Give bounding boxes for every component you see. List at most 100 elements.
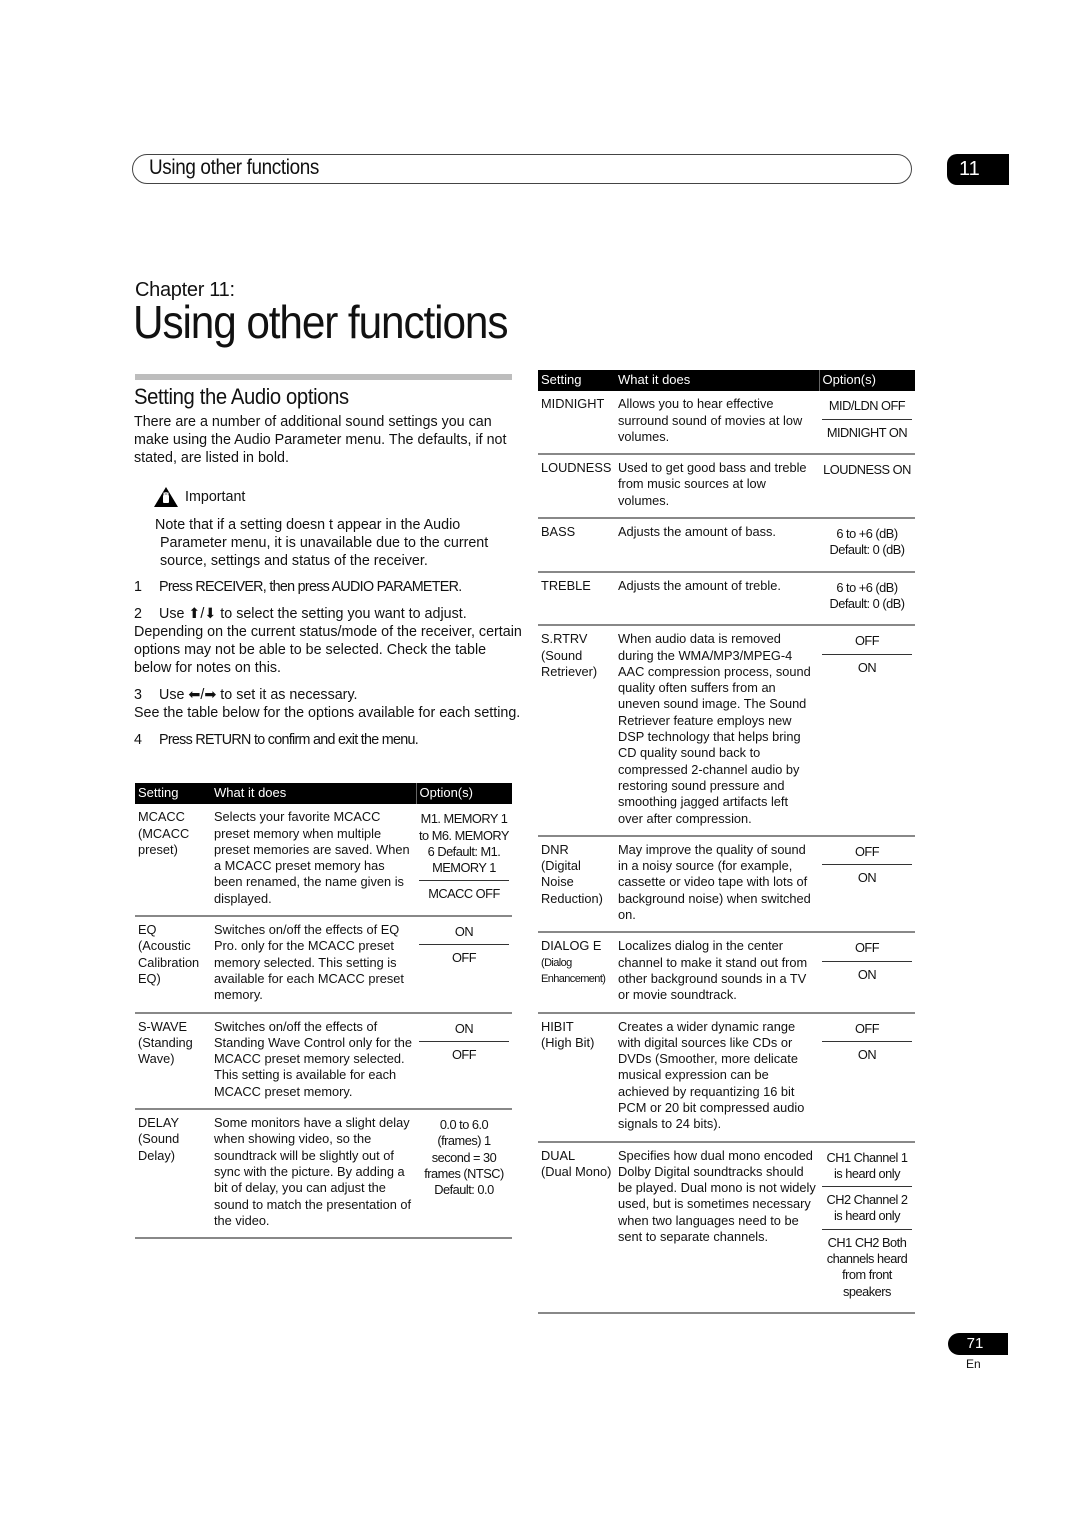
setting-name: MCACC <box>138 809 185 825</box>
setting-full-name: (Standing Wave) <box>138 1034 193 1067</box>
setting-name: EQ <box>138 922 157 938</box>
option-value: M1. MEMORY 1 to M6. MEMORY 6 Default: M1… <box>419 811 509 876</box>
description-cell: Localizes dialog in the center channel t… <box>615 932 819 1014</box>
option-value: ON <box>822 864 912 890</box>
setting-full-name: (Dialog Enhancement) <box>541 956 606 985</box>
description-cell: May improve the quality of sound in a no… <box>615 835 819 934</box>
options-cell: OFF ON <box>819 932 915 1014</box>
table-row: BASS Adjusts the amount of bass. 6 to +6 (… <box>538 518 915 573</box>
step-detail: See the table below for the options avai… <box>134 705 521 721</box>
description-cell: Selects your favorite MCACC preset memor… <box>211 804 416 918</box>
step-text: Use ⬅/➡ to set it as necessary. <box>159 687 358 703</box>
header-setting: Setting <box>135 783 211 805</box>
description-cell: Adjusts the amount of bass. <box>615 518 819 573</box>
option-value: MCACC OFF <box>419 880 509 906</box>
table-row: TREBLE Adjusts the amount of treble. 6 to … <box>538 571 915 627</box>
setting-full-name: (Acoustic Calibration EQ) <box>138 938 200 986</box>
section-title: Setting the Audio options <box>134 384 349 409</box>
setting-cell: BASS <box>538 518 615 573</box>
setting-full-name: (Sound Delay) <box>138 1131 180 1163</box>
setting-cell: MCACC (MCACC preset) <box>135 804 211 918</box>
option-value: CH2 Channel 2 is heard only <box>822 1186 912 1229</box>
language-label: En <box>966 1357 981 1371</box>
header-setting: Setting <box>538 370 615 392</box>
step-number: 2 <box>134 606 142 622</box>
option-value: CH1 CH2 Both channels heard from front s… <box>822 1228 912 1304</box>
setting-cell: LOUDNESS <box>538 454 615 520</box>
option-value: OFF <box>854 633 880 649</box>
setting-name: LOUDNESS <box>541 460 612 476</box>
setting-name: DELAY <box>138 1115 180 1131</box>
step-text: Use ⬆/⬇ to select the setting you want t… <box>159 606 467 622</box>
setting-name: DUAL <box>541 1147 576 1163</box>
description-cell: Switches on/off the effects of Standing … <box>211 1012 416 1111</box>
option-value: CH1 Channel 1 is heard only <box>826 1149 909 1181</box>
step-text: Press RETURN to confirm and exit the men… <box>159 732 419 748</box>
setting-cell: DIALOG E (Dialog Enhancement) <box>538 932 615 1014</box>
setting-cell: EQ (Acoustic Calibration EQ) <box>135 916 211 1014</box>
steps-list: 1 Press RECEIVER, then press AUDIO PARAME… <box>134 578 524 758</box>
setting-cell: DNR (Digital Noise Reduction) <box>538 835 615 934</box>
section-rule <box>135 374 512 380</box>
setting-cell: TREBLE <box>538 571 615 627</box>
table-row: S-WAVE (Standing Wave) Switches on/off the… <box>135 1012 512 1111</box>
running-header: Using other functions <box>132 154 912 184</box>
note-line-2: Parameter menu, it is unavailable due to… <box>160 535 489 569</box>
setting-cell: S.RTRV (Sound Retriever) <box>538 625 615 837</box>
step-4: 4 Press RETURN to confirm and exit the me… <box>134 731 524 749</box>
step-number: 3 <box>134 687 142 703</box>
setting-name: HIBIT <box>541 1018 574 1034</box>
table-row: DIALOG E (Dialog Enhancement) Localizes di… <box>538 932 915 1014</box>
step-detail: Depending on the current status/mode of … <box>134 624 522 676</box>
options-cell: OFF ON <box>819 835 915 934</box>
table-body: MIDNIGHT Allows you to hear effective sur… <box>538 391 915 1314</box>
options-cell: OFF ON <box>819 625 915 837</box>
setting-full-name: (Digital Noise Reduction) <box>541 858 603 906</box>
important-callout: Important <box>153 486 245 508</box>
setting-full-name: (High Bit) <box>541 1034 595 1050</box>
setting-name: BASS <box>541 524 576 540</box>
chapter-number-tab: 11 <box>947 154 1009 185</box>
option-value: MIDNIGHT ON <box>822 418 912 445</box>
option-value: LOUDNESS ON <box>823 462 911 478</box>
table-body: MCACC (MCACC preset) Selects your favorite… <box>135 804 512 1240</box>
options-cell: MID/LDN OFF MIDNIGHT ON <box>819 391 915 456</box>
options-cell: ON OFF <box>416 916 512 1014</box>
audio-options-table-right: Setting What it does Option(s) MIDNIGHT A… <box>538 370 915 1314</box>
step-1: 1 Press RECEIVER, then press AUDIO PARAME… <box>134 578 524 596</box>
option-value: 6 to +6 (dB) Default: 0 (dB) <box>829 579 905 611</box>
setting-name: TREBLE <box>541 577 591 593</box>
running-title: Using other functions <box>149 156 320 179</box>
setting-full-name: (MCACC preset) <box>138 825 190 857</box>
header-what: What it does <box>615 370 819 392</box>
important-label: Important <box>185 489 246 505</box>
table-row: EQ (Acoustic Calibration EQ) Switches on/o… <box>135 916 512 1014</box>
option-value: OFF <box>854 940 880 956</box>
setting-name: S-WAVE <box>138 1018 188 1034</box>
options-cell: LOUDNESS ON <box>819 454 915 520</box>
option-value: OFF <box>419 1040 509 1067</box>
setting-cell: DUAL (Dual Mono) <box>538 1141 615 1314</box>
table-row: LOUDNESS Used to get good bass and treble… <box>538 454 915 520</box>
header-options: Option(s) <box>818 370 915 392</box>
description-cell: Allows you to hear effective surround so… <box>615 391 819 456</box>
setting-cell: S-WAVE (Standing Wave) <box>135 1012 211 1111</box>
step-number: 1 <box>134 579 142 595</box>
options-cell: ON OFF <box>416 1012 512 1111</box>
option-value: OFF <box>854 1020 880 1036</box>
setting-cell: HIBIT (High Bit) <box>538 1012 615 1143</box>
setting-cell: MIDNIGHT <box>538 391 615 456</box>
options-cell: 6 to +6 (dB) Default: 0 (dB) <box>819 518 915 573</box>
options-cell: M1. MEMORY 1 to M6. MEMORY 6 Default: M1… <box>416 804 512 918</box>
audio-options-table-left: Setting What it does Option(s) MCACC (MCA… <box>135 783 512 1240</box>
description-cell: Creates a wider dynamic range with digit… <box>615 1012 819 1143</box>
description-cell: Adjusts the amount of treble. <box>615 571 819 627</box>
description-cell: Some monitors have a slight delay when s… <box>211 1109 416 1240</box>
header-options: Option(s) <box>415 783 512 805</box>
warning-hand-icon <box>153 486 179 508</box>
option-value: ON <box>454 924 474 940</box>
setting-full-name: (Dual Mono) <box>541 1163 612 1179</box>
step-2: 2 Use ⬆/⬇ to select the setting you want … <box>134 605 524 677</box>
option-value: MID/LDN OFF <box>828 398 906 414</box>
options-cell: OFF ON <box>819 1012 915 1143</box>
